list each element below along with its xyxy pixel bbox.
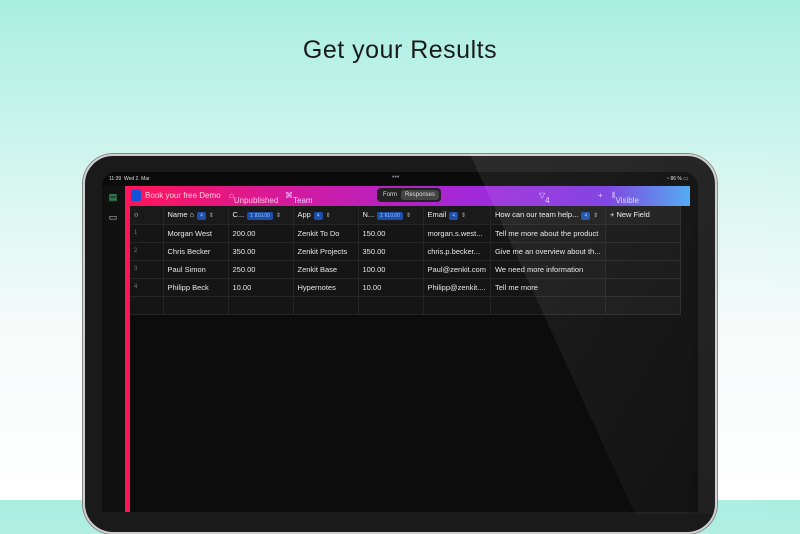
- table-cell[interactable]: chris.p.becker...: [423, 242, 491, 261]
- empty-cell: [605, 278, 681, 297]
- sort-icon[interactable]: ⇕: [406, 213, 411, 219]
- table-cell[interactable]: 100.00: [358, 260, 424, 279]
- column-badge: 4: [449, 211, 459, 220]
- empty-cell: [605, 260, 681, 279]
- column-badge: 4: [313, 211, 323, 220]
- headline: Get your Results: [302, 36, 498, 64]
- column-header[interactable]: C... Σ 810.00 ⇕: [228, 206, 294, 225]
- sort-icon[interactable]: ⇕: [326, 213, 331, 219]
- form-header: Book your free Demo ⌂ Unpublished ⌘ Team…: [125, 186, 690, 223]
- column-label: App: [297, 209, 311, 219]
- sort-icon[interactable]: ⇕: [276, 213, 281, 219]
- column-label: Email: [427, 209, 447, 219]
- table-cell[interactable]: Paul@zenkit.com: [423, 260, 491, 279]
- row-number: 3: [130, 260, 164, 279]
- table-cell[interactable]: 250.00: [228, 260, 294, 279]
- table-cell[interactable]: Hypernotes: [293, 278, 359, 297]
- table-cell[interactable]: Paul Simon: [163, 260, 229, 279]
- column-badge: 4: [197, 211, 206, 220]
- column-header[interactable]: Email 4 ⇕: [423, 206, 491, 225]
- publish-status[interactable]: ⌂ Unpublished: [229, 191, 278, 205]
- table-cell[interactable]: Give me an overview about th...: [490, 242, 606, 261]
- tablet-screen: 11:39 Wed 2. Mar ••• ◔ 86 % ▭ ▤ ▭ Book y…: [102, 172, 698, 512]
- row-number: 4: [130, 278, 164, 297]
- new-field-button[interactable]: + New Field: [605, 206, 681, 225]
- sort-icon[interactable]: ⇕: [461, 213, 466, 219]
- table-cell[interactable]: Tell me more: [490, 278, 606, 297]
- table-cell[interactable]: 350.00: [358, 242, 424, 261]
- table-cell[interactable]: 10.00: [358, 278, 424, 297]
- folder-icon[interactable]: ▭: [108, 212, 118, 222]
- table-row[interactable]: 1 Morgan West 200.00 Zenkit To Do 150.00 morg…: [130, 224, 681, 243]
- responses-filter[interactable]: ▽ 4 Responses: [539, 191, 585, 214]
- table-row[interactable]: 3 Paul Simon 250.00 Zenkit Base 100.00 Paul@z…: [130, 260, 681, 279]
- view-toggle: Form Responses: [377, 188, 442, 202]
- row-number: 1: [130, 224, 164, 243]
- add-button[interactable]: +: [598, 191, 603, 200]
- column-header[interactable]: How can our team help... 4 ⇕: [490, 206, 606, 225]
- team-button[interactable]: ⌘ Team: [285, 191, 313, 205]
- column-badge: Σ 610.00: [377, 211, 403, 220]
- table-row[interactable]: 2 Chris Becker 350.00 Zenkit Projects 350.00…: [130, 242, 681, 261]
- table-cell[interactable]: 200.00: [228, 224, 294, 243]
- responses-table-container: ○ Name ⌂ 4 ⇕ C... Σ 810.00 ⇕ App 4 ⇕ N... Σ 610.00…: [130, 206, 690, 512]
- column-header[interactable]: Name ⌂ 4 ⇕: [163, 206, 229, 225]
- select-all-checkbox[interactable]: ○: [130, 206, 164, 225]
- column-label: How can our team help...: [494, 209, 579, 219]
- table-cell[interactable]: 10.00: [228, 278, 294, 297]
- column-label: Name: [167, 209, 188, 219]
- table-cell[interactable]: 150.00: [358, 224, 424, 243]
- table-row[interactable]: 4 Philipp Beck 10.00 Hypernotes 10.00 Philipp…: [130, 278, 681, 297]
- sort-icon[interactable]: ⇕: [209, 213, 214, 219]
- empty-cell: [605, 242, 681, 261]
- table-cell[interactable]: We need more information: [490, 260, 606, 279]
- table-cell[interactable]: morgan.s.west...: [423, 224, 491, 243]
- table-cell[interactable]: Philipp Beck: [163, 278, 229, 297]
- tab-responses[interactable]: Responses: [401, 190, 440, 200]
- clipboard-icon[interactable]: ▤: [108, 192, 118, 202]
- empty-cell: [605, 224, 681, 243]
- multitask-dots-icon[interactable]: •••: [392, 174, 399, 181]
- column-header[interactable]: App 4 ⇕: [293, 206, 359, 225]
- form-title[interactable]: Book your free Demo: [145, 191, 221, 200]
- sidebar: ▤ ▭: [102, 186, 125, 512]
- bookmark-icon: [131, 190, 141, 201]
- row-number: 2: [130, 242, 164, 261]
- column-badge: Σ 810.00: [247, 211, 273, 220]
- column-label: N...: [362, 209, 375, 219]
- column-label: C...: [232, 209, 245, 219]
- table-cell[interactable]: Zenkit Projects: [293, 242, 359, 261]
- table-cell[interactable]: Tell me more about the product: [490, 224, 606, 243]
- visible-columns-button[interactable]: ⦀ Visible Columns (6): [612, 191, 647, 223]
- status-time: 11:39 Wed 2. Mar: [109, 176, 150, 182]
- table-cell[interactable]: Morgan West: [163, 224, 229, 243]
- lock-icon: ⌂: [187, 209, 195, 219]
- table-cell[interactable]: Zenkit Base: [293, 260, 359, 279]
- column-header[interactable]: N... Σ 610.00 ⇕: [358, 206, 424, 225]
- responses-table: ○ Name ⌂ 4 ⇕ C... Σ 810.00 ⇕ App 4 ⇕ N... Σ 610.00…: [130, 206, 681, 315]
- table-cell[interactable]: Philipp@zenkit....: [423, 278, 491, 297]
- status-bar: 11:39 Wed 2. Mar ••• ◔ 86 % ▭: [102, 172, 698, 186]
- tab-form[interactable]: Form: [379, 190, 401, 200]
- table-cell[interactable]: 350.00: [228, 242, 294, 261]
- table-cell[interactable]: Zenkit To Do: [293, 224, 359, 243]
- empty-row[interactable]: [130, 296, 681, 315]
- sort-icon[interactable]: ⇕: [593, 213, 598, 219]
- column-badge: 4: [581, 211, 591, 220]
- table-cell[interactable]: Chris Becker: [163, 242, 229, 261]
- main-content: Book your free Demo ⌂ Unpublished ⌘ Team…: [125, 186, 690, 512]
- status-battery: ◔ 86 % ▭: [666, 176, 688, 182]
